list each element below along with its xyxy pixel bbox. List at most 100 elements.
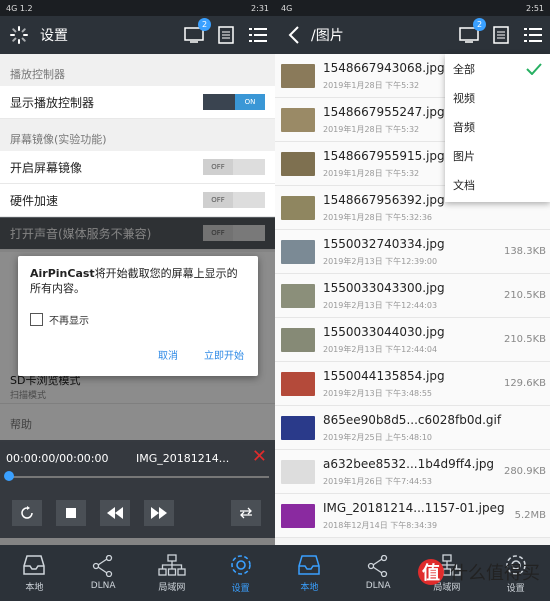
file-row[interactable]: IMG_20181214...1157-01.jpeg 2018年12月14日 下… xyxy=(275,494,550,538)
cast-badge: 2 xyxy=(198,18,211,31)
file-row[interactable]: 1550033043300.jpg 2019年2月13日 下午12:44:03 21… xyxy=(275,274,550,318)
inbox-icon xyxy=(298,554,321,575)
rotate-button[interactable] xyxy=(12,500,42,526)
filter-image[interactable]: 图片 xyxy=(445,141,550,170)
player-file-name: IMG_20181214... xyxy=(136,452,230,465)
nav-dlna[interactable]: DLNA xyxy=(344,545,413,601)
file-thumbnail xyxy=(281,63,315,88)
seek-bar[interactable] xyxy=(6,476,269,478)
checkbox-box[interactable] xyxy=(30,313,43,326)
nav-local[interactable]: 本地 xyxy=(275,545,344,601)
row-screen-mirror[interactable]: 开启屏幕镜像 OFF xyxy=(0,151,275,184)
file-thumbnail xyxy=(281,283,315,308)
cancel-button[interactable]: 取消 xyxy=(158,347,178,362)
file-size: 210.5KB xyxy=(503,334,546,345)
file-thumbnail xyxy=(281,371,315,396)
share-icon xyxy=(92,555,113,577)
nav-dlna[interactable]: DLNA xyxy=(69,545,138,601)
back-icon[interactable] xyxy=(283,24,305,46)
start-now-button[interactable]: 立即开始 xyxy=(204,347,244,362)
file-date: 2019年2月13日 下午12:44:03 xyxy=(323,301,438,310)
player-time: 00:00:00/00:00:00 xyxy=(6,452,109,465)
toggle-knob: OFF xyxy=(203,192,233,208)
file-row[interactable]: a632bee8532...1b4d9ff4.jpg 2019年1月26日 下午7… xyxy=(275,450,550,494)
document-icon[interactable] xyxy=(490,24,512,46)
menu-icon[interactable] xyxy=(247,24,269,46)
status-bar: 4G 2:51 xyxy=(275,0,550,16)
menu-icon[interactable] xyxy=(522,24,544,46)
status-time: 2:51 xyxy=(526,3,544,13)
filter-label: 文档 xyxy=(453,178,475,192)
close-icon[interactable]: ✕ xyxy=(252,446,267,467)
bottom-navigation: 本地 DLNA 局域网 设置 xyxy=(0,545,275,601)
watermark: 值 什么值得买 xyxy=(418,559,540,585)
file-date: 2019年1月28日 下午5:32 xyxy=(323,125,420,134)
row-label: 显示播放控制器 xyxy=(10,95,95,110)
row-show-player[interactable]: 显示播放控制器 ON xyxy=(0,86,275,119)
row-label: 开启屏幕镜像 xyxy=(10,160,83,175)
file-date: 2019年1月28日 下午5:32 xyxy=(323,169,420,178)
file-size: 138.3KB xyxy=(503,246,546,257)
settings-screen: 4G 1.2 2:31 设置 2 播放控制器 显示播放控制器 ON 屏幕镜像(实… xyxy=(0,0,275,601)
gear-icon xyxy=(230,554,251,575)
row-hardware-accel[interactable]: 硬件加速 OFF xyxy=(0,184,275,217)
file-thumbnail xyxy=(281,239,315,264)
stop-button[interactable] xyxy=(56,500,86,526)
filter-all[interactable]: 全部 xyxy=(445,54,550,83)
nav-label: 设置 xyxy=(231,583,250,594)
file-date: 2019年1月26日 下午7:44:53 xyxy=(323,477,433,486)
cast-button[interactable]: 2 xyxy=(183,18,211,46)
file-row[interactable]: 865ee90b8d5...c6028fb0d.gif 2019年2月25日 上午… xyxy=(275,406,550,450)
file-name: 1548667943068.jpg xyxy=(323,61,445,75)
file-size: 129.6KB xyxy=(503,378,546,389)
check-icon xyxy=(526,62,542,75)
file-name: 1548667956392.jpg xyxy=(323,193,445,207)
file-date: 2019年2月13日 下午12:39:00 xyxy=(323,257,438,266)
section-title-mirroring: 屏幕镜像(实验功能) xyxy=(10,133,107,146)
file-thumbnail xyxy=(281,459,315,484)
network-icon xyxy=(158,553,186,576)
nav-local[interactable]: 本地 xyxy=(0,545,69,601)
inbox-icon xyxy=(23,554,46,575)
nav-label: DLNA xyxy=(90,581,116,591)
mini-player: 00:00:00/00:00:00 IMG_20181214... ✕ xyxy=(0,440,275,538)
filter-audio[interactable]: 音频 xyxy=(445,112,550,141)
status-left: 4G 1.2 xyxy=(6,3,33,13)
toggle-knob: ON xyxy=(235,94,265,110)
filter-label: 全部 xyxy=(453,62,475,76)
rewind-button[interactable] xyxy=(100,500,130,526)
file-row[interactable]: 1550033044030.jpg 2019年2月13日 下午12:44:04 21… xyxy=(275,318,550,362)
seek-handle[interactable] xyxy=(4,471,14,481)
repeat-button[interactable] xyxy=(231,500,261,526)
file-thumbnail xyxy=(281,195,315,220)
file-size: 210.5KB xyxy=(503,290,546,301)
fast-forward-button[interactable] xyxy=(144,500,174,526)
share-icon xyxy=(367,555,388,577)
nav-label: 本地 xyxy=(25,582,44,593)
file-date: 2019年1月28日 下午5:32 xyxy=(323,81,420,90)
toggle-hardware-accel[interactable]: OFF xyxy=(203,192,265,208)
document-icon[interactable] xyxy=(215,24,237,46)
watermark-text: 什么值得买 xyxy=(450,563,540,584)
file-row[interactable]: 1550032740334.jpg 2019年2月13日 下午12:39:00 13… xyxy=(275,230,550,274)
file-name: 1548667955915.jpg xyxy=(323,149,445,163)
file-thumbnail xyxy=(281,415,315,440)
dont-show-again-checkbox[interactable]: 不再显示 xyxy=(30,312,246,327)
cast-button[interactable]: 2 xyxy=(458,18,486,46)
filter-label: 图片 xyxy=(453,149,475,163)
loading-icon xyxy=(8,24,30,46)
filter-video[interactable]: 视频 xyxy=(445,83,550,112)
cast-badge: 2 xyxy=(473,18,486,31)
file-date: 2019年2月13日 下午12:44:04 xyxy=(323,345,438,354)
watermark-logo: 值 xyxy=(418,559,444,585)
file-row[interactable]: 1550044135854.jpg 2019年2月13日 下午3:48:55 129… xyxy=(275,362,550,406)
filter-document[interactable]: 文档 xyxy=(445,170,550,199)
file-date: 2019年2月13日 下午3:48:55 xyxy=(323,389,433,398)
page-title: 设置 xyxy=(40,28,68,44)
toggle-show-player[interactable]: ON xyxy=(203,94,265,110)
file-name: 1550044135854.jpg xyxy=(323,369,445,383)
file-date: 2018年12月14日 下午8:34:39 xyxy=(323,521,438,530)
toggle-screen-mirror[interactable]: OFF xyxy=(203,159,265,175)
nav-lan[interactable]: 局域网 xyxy=(138,545,207,601)
nav-settings[interactable]: 设置 xyxy=(206,545,275,601)
